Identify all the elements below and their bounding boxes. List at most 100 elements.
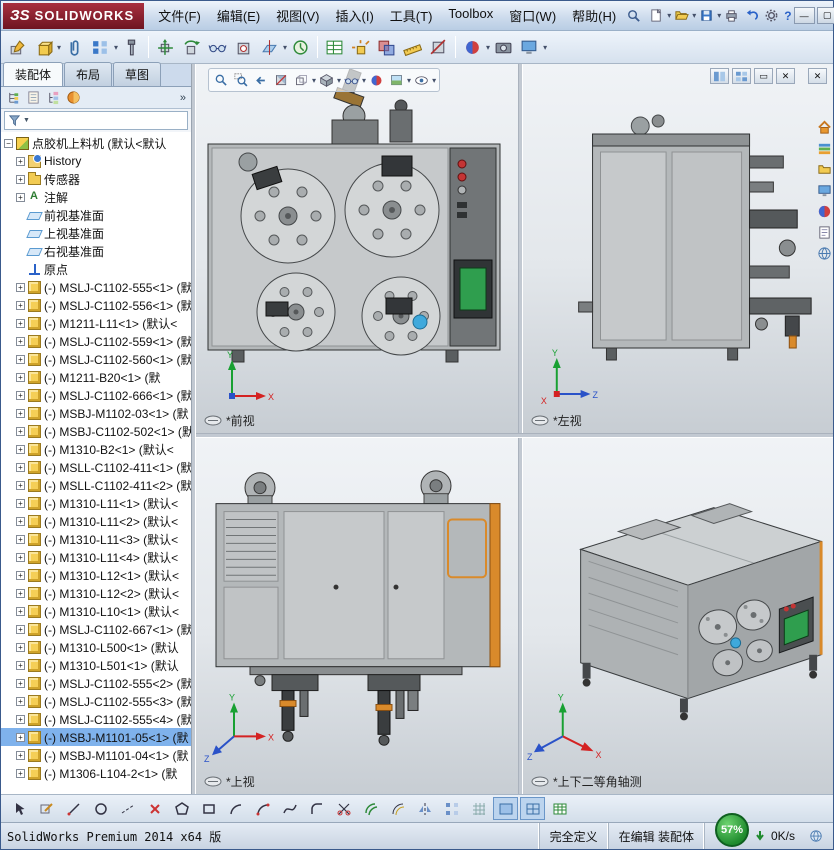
tree-item[interactable]: + ⚠ (-) M1310-L12<1> (默认< — [1, 566, 191, 584]
tree-item[interactable]: + ⚠ 传感器 — [1, 170, 191, 188]
expander-icon[interactable]: + — [16, 534, 25, 544]
task-pane-view-palette-icon[interactable] — [817, 183, 832, 198]
tree-item[interactable]: + ⚠ (-) M1310-L11<3> (默认< — [1, 530, 191, 548]
tree-item[interactable]: + ⚠ (-) MSBJ-C1102-502<1> (默 — [1, 422, 191, 440]
task-pane-appearances-icon[interactable] — [817, 204, 832, 219]
mate-icon[interactable] — [62, 34, 87, 61]
grid-icon[interactable] — [466, 797, 491, 820]
expander-icon[interactable]: + — [16, 174, 25, 184]
expander-icon[interactable]: + — [16, 552, 25, 562]
tree-item[interactable]: + ⚠ (-) M1310-B2<1> (默认< — [1, 440, 191, 458]
expander-icon[interactable]: + — [16, 768, 25, 778]
search-icon[interactable] — [624, 5, 643, 27]
tree-item[interactable]: + ⚠ (-) M1310-L12<2> (默认< — [1, 584, 191, 602]
expander-icon[interactable]: + — [16, 498, 25, 508]
caret-icon[interactable]: ▾ — [362, 76, 366, 85]
tree-item[interactable]: + ⚠ (-) M1310-L10<1> (默认< — [1, 602, 191, 620]
tree-item[interactable]: + ⚠ (-) MSLL-C1102-411<2> (默 — [1, 476, 191, 494]
expander-icon[interactable]: + — [16, 642, 25, 652]
minimize-button[interactable]: — — [793, 7, 815, 24]
expander-icon[interactable]: − — [4, 138, 13, 148]
caret-icon[interactable]: ▾ — [337, 76, 341, 85]
task-pane-design-library-icon[interactable] — [817, 141, 832, 156]
menu-item[interactable]: 帮助(H) — [564, 1, 624, 30]
expander-icon[interactable]: + — [16, 624, 25, 634]
expander-icon[interactable]: + — [16, 696, 25, 706]
expander-icon[interactable]: + — [16, 732, 25, 742]
tree-item[interactable]: + ⚠ (-) M1310-L11<1> (默认< — [1, 494, 191, 512]
tree-item[interactable]: + ⚠ (-) M1306-L104-2<1> (默 — [1, 764, 191, 782]
display-style-icon[interactable] — [317, 70, 336, 90]
feature-tree-tab-icon[interactable] — [6, 90, 21, 105]
edit-appearance-icon[interactable] — [460, 34, 485, 61]
fillet-tool-icon[interactable] — [304, 797, 329, 820]
caret-icon[interactable]: ▾ — [312, 76, 316, 85]
expander-icon[interactable]: + — [16, 750, 25, 760]
zoom-fit-icon[interactable] — [212, 70, 231, 90]
mirror-entities-icon[interactable] — [412, 797, 437, 820]
caret-icon[interactable]: ▾ — [717, 11, 721, 20]
new-document-icon[interactable] — [647, 5, 666, 27]
tree-item[interactable]: + ⚠ (-) MSLJ-C1102-560<1> (默 — [1, 350, 191, 368]
task-pane-file-explorer-icon[interactable] — [817, 162, 832, 177]
close-viewport-icon[interactable]: ✕ — [808, 68, 827, 84]
tree-item[interactable]: + ⚠ (-) M1310-L11<2> (默认< — [1, 512, 191, 530]
undo-icon[interactable] — [742, 5, 761, 27]
panel-expand-chevron-icon[interactable]: » — [180, 92, 186, 104]
show-hidden-components-icon[interactable] — [205, 34, 230, 61]
expander-icon[interactable]: + — [16, 408, 25, 418]
expander-icon[interactable]: + — [16, 354, 25, 364]
panel-tab[interactable]: 装配体 — [3, 62, 64, 86]
expander-icon[interactable]: + — [16, 336, 25, 346]
expander-icon[interactable]: + — [16, 588, 25, 598]
assembly-features-icon[interactable] — [231, 34, 256, 61]
restore-pane-icon[interactable]: ▭ — [754, 68, 773, 84]
edit-component-icon[interactable] — [5, 34, 30, 61]
spline-tool-icon[interactable] — [277, 797, 302, 820]
tree-item[interactable]: + ⚠ (-) M1310-L500<1> (默认 — [1, 638, 191, 656]
centerline-tool-icon[interactable] — [115, 797, 140, 820]
tree-item[interactable]: + ⚠ (-) MSLJ-C1102-666<1> (默 — [1, 386, 191, 404]
expander-icon[interactable]: + — [16, 426, 25, 436]
trim-tool-icon[interactable] — [331, 797, 356, 820]
two-view-layout-icon[interactable] — [710, 68, 729, 84]
save-icon[interactable] — [697, 5, 716, 27]
print-icon[interactable] — [722, 5, 741, 27]
smart-fasteners-icon[interactable] — [119, 34, 144, 61]
exploded-view-icon[interactable] — [348, 34, 373, 61]
new-motion-study-icon[interactable] — [288, 34, 313, 61]
erase-tool-icon[interactable] — [142, 797, 167, 820]
offset-entities-icon[interactable] — [385, 797, 410, 820]
tree-item[interactable]: + ⚠ History — [1, 152, 191, 170]
select-tool-icon[interactable] — [7, 797, 32, 820]
caret-icon[interactable]: ▾ — [486, 43, 490, 52]
configuration-manager-tab-icon[interactable] — [46, 90, 61, 105]
measure-icon[interactable] — [400, 34, 425, 61]
expander-icon[interactable]: + — [16, 372, 25, 382]
tree-item[interactable]: + ⚠ (-) MSLJ-C1102-667<1> (默 — [1, 620, 191, 638]
task-pane-custom-properties-icon[interactable] — [817, 225, 832, 240]
globe-icon[interactable] — [809, 829, 823, 843]
tree-item[interactable]: + ⚠ (-) M1310-L11<4> (默认< — [1, 548, 191, 566]
caret-icon[interactable]: ▾ — [57, 43, 61, 52]
expander-icon[interactable]: + — [16, 318, 25, 328]
rotate-component-icon[interactable] — [179, 34, 204, 61]
arc-tool-icon[interactable] — [223, 797, 248, 820]
tree-item[interactable]: − ⚠ 点胶机上料机 (默认<默认 — [1, 134, 191, 152]
tree-item[interactable]: + ⚠ (-) M1211-B20<1> (默 — [1, 368, 191, 386]
convert-entities-icon[interactable] — [358, 797, 383, 820]
download-progress-badge[interactable]: 57% — [714, 813, 749, 847]
reference-geometry-icon[interactable] — [257, 34, 282, 61]
expander-icon[interactable]: + — [16, 282, 25, 292]
tree-item[interactable]: ⚠ 右视基准面 — [1, 242, 191, 260]
view-settings-toolbar-icon[interactable] — [517, 34, 542, 61]
viewport-splitter-vertical[interactable] — [518, 64, 523, 794]
section-view-hud-icon[interactable] — [272, 70, 291, 90]
tree-item[interactable]: + ⚠ (-) M1310-L501<1> (默认 — [1, 656, 191, 674]
caret-icon[interactable]: ▾ — [283, 43, 287, 52]
tree-item[interactable]: + ⚠ (-) MSLJ-C1102-555<3> (默 — [1, 692, 191, 710]
previous-view-icon[interactable] — [252, 70, 271, 90]
expander-icon[interactable]: + — [16, 714, 25, 724]
sketch-icon[interactable] — [34, 797, 59, 820]
expander-icon[interactable]: + — [16, 300, 25, 310]
